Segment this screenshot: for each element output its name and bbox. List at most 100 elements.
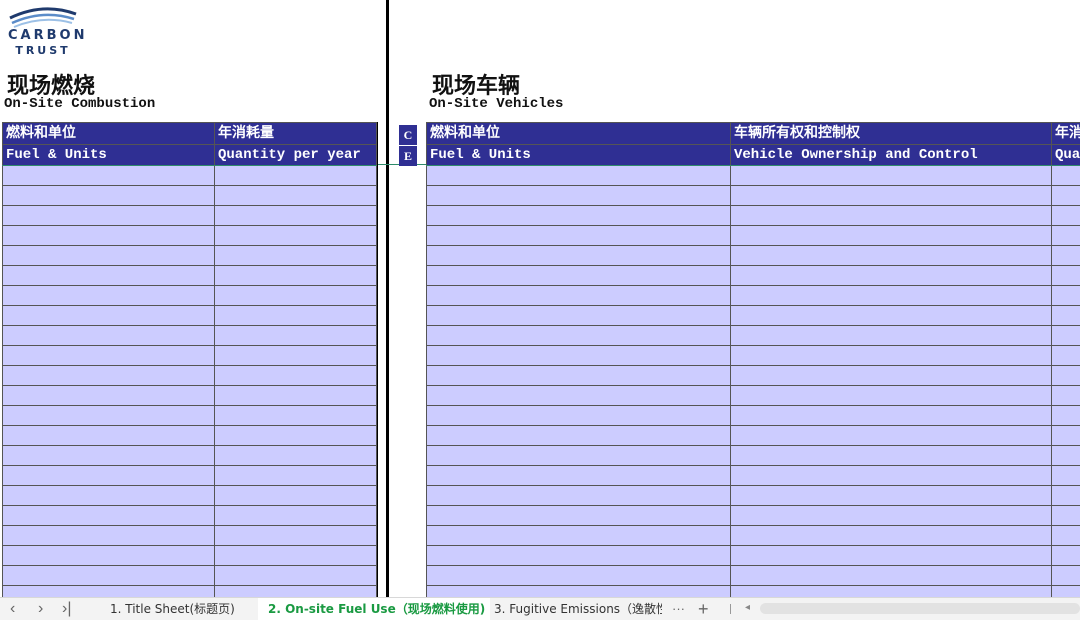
vehicles-table-cell[interactable] (427, 466, 731, 486)
combustion-table-cell[interactable] (3, 166, 215, 186)
vehicles-table-cell[interactable] (1052, 386, 1080, 406)
header-annual-zh[interactable]: 年消 (1052, 123, 1080, 145)
vehicles-table-cell[interactable] (731, 466, 1052, 486)
tab-title-sheet[interactable]: 1. Title Sheet(标题页) (100, 598, 260, 620)
vehicles-table-cell[interactable] (1052, 246, 1080, 266)
combustion-table-cell[interactable] (3, 386, 215, 406)
vehicles-table-cell[interactable] (731, 426, 1052, 446)
header-ownership-zh[interactable]: 车辆所有权和控制权 (731, 123, 1052, 145)
vehicles-table-cell[interactable] (1052, 426, 1080, 446)
combustion-table-cell[interactable] (3, 466, 215, 486)
tab-on-site-fuel-use[interactable]: 2. On-site Fuel Use（现场燃料使用) (258, 598, 490, 620)
first-sheet-icon[interactable]: ‹ (10, 598, 15, 620)
vehicles-table-cell[interactable] (1052, 266, 1080, 286)
vehicles-table-cell[interactable] (731, 226, 1052, 246)
vehicles-table-cell[interactable] (731, 526, 1052, 546)
vehicles-table-cell[interactable] (731, 386, 1052, 406)
header-fuel-units-zh[interactable]: 燃料和单位 (3, 123, 215, 145)
vehicles-table-cell[interactable] (731, 246, 1052, 266)
vehicles-table-cell[interactable] (1052, 166, 1080, 186)
combustion-table-cell[interactable] (3, 486, 215, 506)
combustion-table-cell[interactable] (215, 226, 377, 246)
vehicles-table-cell[interactable] (1052, 546, 1080, 566)
combustion-table-cell[interactable] (3, 546, 215, 566)
combustion-table-cell[interactable] (3, 406, 215, 426)
combustion-table-cell[interactable] (215, 206, 377, 226)
combustion-table-cell[interactable] (215, 246, 377, 266)
vehicles-table-cell[interactable] (427, 546, 731, 566)
vehicles-table-cell[interactable] (427, 346, 731, 366)
vehicles-table-cell[interactable] (427, 526, 731, 546)
vehicles-table-cell[interactable] (1052, 406, 1080, 426)
combustion-table-cell[interactable] (3, 366, 215, 386)
vehicles-table-cell[interactable] (1052, 446, 1080, 466)
combustion-table-cell[interactable] (3, 426, 215, 446)
vehicles-table-cell[interactable] (731, 446, 1052, 466)
vehicles-table-cell[interactable] (731, 186, 1052, 206)
combustion-table-cell[interactable] (215, 166, 377, 186)
vehicles-table-cell[interactable] (731, 546, 1052, 566)
combustion-table-cell[interactable] (215, 186, 377, 206)
horizontal-scrollbar[interactable] (760, 603, 1080, 614)
vehicles-table-cell[interactable] (1052, 366, 1080, 386)
vehicles-table-cell[interactable] (1052, 486, 1080, 506)
vehicles-table-cell[interactable] (427, 226, 731, 246)
vehicles-table-cell[interactable] (731, 286, 1052, 306)
vehicles-table-cell[interactable] (731, 266, 1052, 286)
combustion-table-cell[interactable] (215, 266, 377, 286)
vehicles-table-cell[interactable] (731, 326, 1052, 346)
combustion-table-cell[interactable] (3, 286, 215, 306)
scroll-left-icon[interactable]: ◂ (745, 602, 750, 613)
tab-splitter[interactable] (730, 604, 731, 614)
vehicles-table-cell[interactable] (731, 206, 1052, 226)
combustion-table-cell[interactable] (215, 486, 377, 506)
vehicles-table-cell[interactable] (427, 306, 731, 326)
vehicles-table-cell[interactable] (1052, 286, 1080, 306)
header-fuel-units-en[interactable]: Fuel & Units (427, 145, 731, 166)
header-quantity-en[interactable]: Quantity per year (215, 145, 377, 166)
combustion-table-cell[interactable] (3, 446, 215, 466)
vehicles-table-cell[interactable] (1052, 326, 1080, 346)
combustion-table-cell[interactable] (215, 406, 377, 426)
combustion-table-cell[interactable] (3, 206, 215, 226)
combustion-table-cell[interactable] (215, 366, 377, 386)
vehicles-table-cell[interactable] (427, 286, 731, 306)
combustion-table-cell[interactable] (215, 286, 377, 306)
combustion-table-cell[interactable] (215, 306, 377, 326)
vehicles-table-cell[interactable] (427, 386, 731, 406)
vehicles-table-cell[interactable] (731, 486, 1052, 506)
vehicles-table-cell[interactable] (731, 166, 1052, 186)
combustion-table-cell[interactable] (3, 246, 215, 266)
vehicles-table-cell[interactable] (1052, 566, 1080, 586)
combustion-table-cell[interactable] (215, 426, 377, 446)
combustion-table-cell[interactable] (215, 566, 377, 586)
combustion-table-cell[interactable] (3, 566, 215, 586)
header-ownership-en[interactable]: Vehicle Ownership and Control (731, 145, 1052, 166)
add-sheet-icon[interactable]: + (698, 598, 709, 620)
vehicles-table-cell[interactable] (427, 506, 731, 526)
combustion-table-cell[interactable] (3, 186, 215, 206)
last-sheet-icon[interactable]: ›| (62, 598, 71, 620)
vehicles-table-cell[interactable] (427, 366, 731, 386)
combustion-table-cell[interactable] (215, 546, 377, 566)
header-quantity-zh[interactable]: 年消耗量 (215, 123, 377, 145)
tab-fugitive-emissions[interactable]: 3. Fugitive Emissions（逸散性排放) (494, 598, 662, 620)
combustion-table-cell[interactable] (3, 266, 215, 286)
header-fuel-units-zh[interactable]: 燃料和单位 (427, 123, 731, 145)
vehicles-table-cell[interactable] (427, 326, 731, 346)
vehicles-table-cell[interactable] (731, 366, 1052, 386)
vehicles-table-cell[interactable] (1052, 306, 1080, 326)
combustion-table-cell[interactable] (3, 226, 215, 246)
vehicles-table-cell[interactable] (427, 186, 731, 206)
vehicles-table-cell[interactable] (427, 406, 731, 426)
combustion-table-cell[interactable] (3, 306, 215, 326)
vehicles-table-cell[interactable] (427, 166, 731, 186)
vehicles-table-cell[interactable] (427, 426, 731, 446)
vehicles-table-cell[interactable] (427, 246, 731, 266)
combustion-table-cell[interactable] (3, 506, 215, 526)
vehicles-table-cell[interactable] (1052, 186, 1080, 206)
vehicles-table-cell[interactable] (731, 506, 1052, 526)
combustion-table-cell[interactable] (3, 326, 215, 346)
vehicles-table-cell[interactable] (731, 406, 1052, 426)
more-tabs-icon[interactable]: ··· (672, 598, 685, 620)
